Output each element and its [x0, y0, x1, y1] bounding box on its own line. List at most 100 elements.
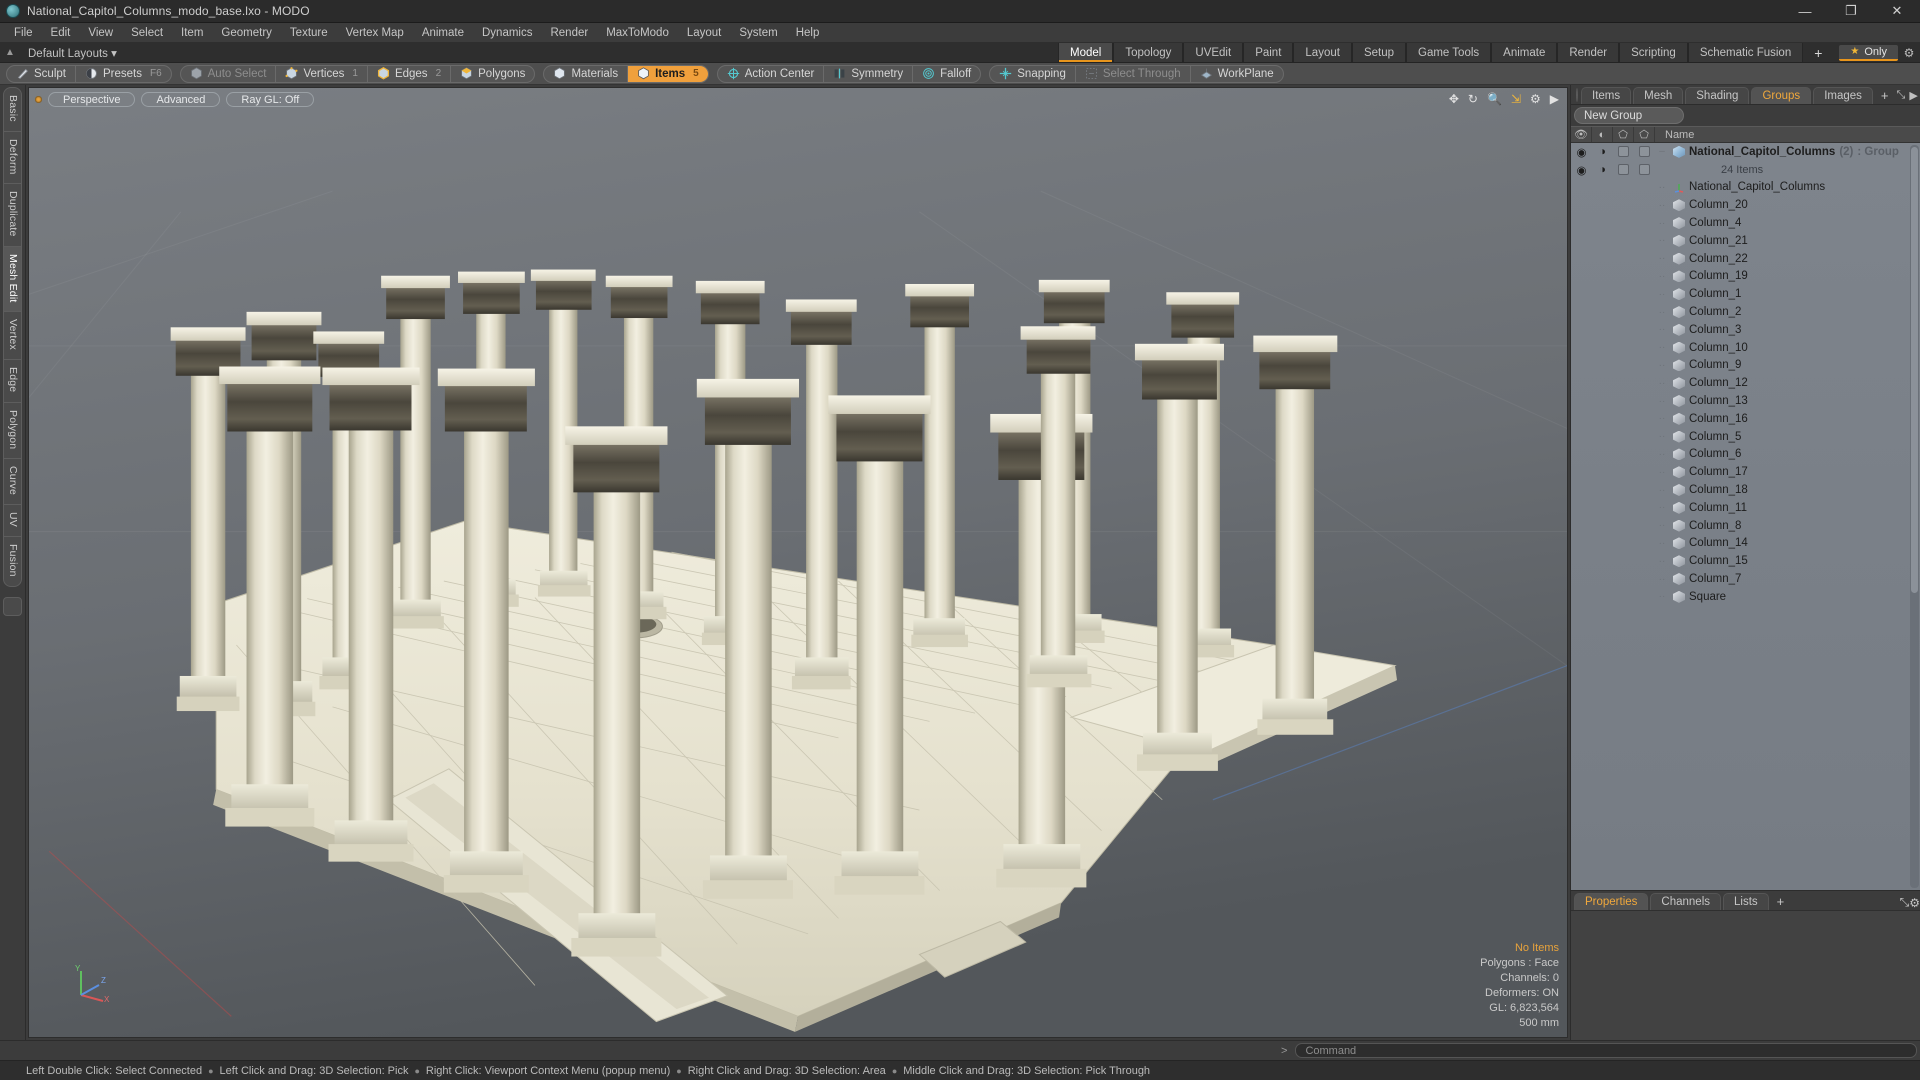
layout-tab-schematic-fusion[interactable]: Schematic Fusion: [1687, 43, 1804, 62]
layout-tab-uvedit[interactable]: UVEdit: [1183, 43, 1244, 62]
item-row[interactable]: ·· Column_2: [1571, 303, 1920, 321]
select-toggle[interactable]: [1634, 146, 1655, 158]
item-row[interactable]: ·· Column_22: [1571, 250, 1920, 268]
mode-button-polygons[interactable]: Polygons: [451, 66, 534, 82]
render-toggle[interactable]: ◑: [1592, 146, 1613, 158]
add-bottom-tab-button[interactable]: +: [1771, 893, 1791, 910]
item-row[interactable]: ·· Column_11: [1571, 499, 1920, 517]
menu-item-edit[interactable]: Edit: [42, 24, 80, 42]
item-row[interactable]: ·· Column_16: [1571, 410, 1920, 428]
rotate-icon[interactable]: ↻: [1468, 93, 1478, 105]
item-row[interactable]: ·· Column_5: [1571, 428, 1920, 446]
item-row[interactable]: ·· Column_19: [1571, 268, 1920, 286]
menu-item-layout[interactable]: Layout: [678, 24, 731, 42]
mode-button-falloff[interactable]: Falloff: [913, 66, 980, 82]
add-layout-tab-button[interactable]: +: [1803, 43, 1834, 62]
mode-button-presets[interactable]: Presets F6: [76, 66, 171, 82]
item-row[interactable]: ·· Column_14: [1571, 535, 1920, 553]
item-row[interactable]: ·· Column_10: [1571, 339, 1920, 357]
layout-tab-topology[interactable]: Topology: [1113, 43, 1184, 62]
item-row[interactable]: ·· Column_1: [1571, 285, 1920, 303]
tool-tab-duplicate[interactable]: Duplicate: [4, 184, 21, 247]
mode-button-vertices[interactable]: Vertices 1: [276, 65, 368, 82]
left-tool-extra-button[interactable]: [3, 596, 22, 616]
item-row[interactable]: ·· Column_13: [1571, 392, 1920, 410]
layout-tab-setup[interactable]: Setup: [1351, 43, 1406, 62]
item-row[interactable]: ·· Square: [1571, 588, 1920, 606]
layout-tab-game-tools[interactable]: Game Tools: [1406, 43, 1492, 62]
new-group-button[interactable]: New Group: [1574, 107, 1684, 124]
tool-tab-vertex[interactable]: Vertex: [4, 312, 21, 361]
mode-button-materials[interactable]: Materials: [544, 65, 629, 82]
layout-tab-layout[interactable]: Layout: [1293, 43, 1352, 62]
render-toggle[interactable]: ◑: [1592, 164, 1613, 176]
panel-tab-groups[interactable]: Groups: [1751, 87, 1812, 104]
item-row[interactable]: ·· Column_15: [1571, 552, 1920, 570]
item-list-scrollbar[interactable]: [1910, 145, 1919, 888]
add-panel-tab-button[interactable]: +: [1875, 87, 1895, 104]
gear-icon[interactable]: ⚙: [1530, 93, 1541, 105]
item-row[interactable]: ·· Column_17: [1571, 463, 1920, 481]
mode-button-edges[interactable]: Edges 2: [368, 65, 452, 82]
item-row[interactable]: ·· National_Capitol_Columns: [1571, 179, 1920, 197]
layout-tab-model[interactable]: Model: [1058, 43, 1114, 62]
panel-tab-items[interactable]: Items: [1581, 87, 1632, 104]
tool-tab-deform[interactable]: Deform: [4, 132, 21, 185]
tool-tab-edge[interactable]: Edge: [4, 360, 21, 403]
bottom-tab-properties[interactable]: Properties: [1574, 893, 1649, 910]
maximize-button[interactable]: ❐: [1828, 0, 1874, 22]
item-row[interactable]: ·· Column_8: [1571, 517, 1920, 535]
menu-item-file[interactable]: File: [5, 24, 42, 42]
move-icon[interactable]: ✥: [1449, 93, 1459, 105]
menu-item-system[interactable]: System: [730, 24, 786, 42]
mode-button-auto-select[interactable]: Auto Select: [181, 65, 277, 82]
viewport-shading-advanced[interactable]: Advanced: [141, 92, 221, 107]
fit-icon[interactable]: ⇲: [1511, 93, 1521, 105]
only-toggle-button[interactable]: ★ Only: [1839, 44, 1898, 61]
visibility-toggle[interactable]: ◉: [1571, 163, 1592, 177]
item-row[interactable]: ·· Column_21: [1571, 232, 1920, 250]
item-row[interactable]: ·· Column_7: [1571, 570, 1920, 588]
visibility-toggle[interactable]: ◉: [1571, 145, 1592, 159]
tree-expander[interactable]: –: [1655, 146, 1669, 157]
menu-item-render[interactable]: Render: [541, 24, 597, 42]
mode-button-snapping[interactable]: Snapping: [990, 65, 1076, 82]
viewport-mode-perspective[interactable]: Perspective: [48, 92, 136, 107]
default-layouts-dropdown[interactable]: Default Layouts ▾: [20, 46, 125, 60]
mode-button-workplane[interactable]: WorkPlane: [1191, 66, 1283, 82]
command-input[interactable]: Command: [1295, 1043, 1917, 1058]
bottom-tab-channels[interactable]: Channels: [1650, 893, 1722, 910]
menu-item-vertex-map[interactable]: Vertex Map: [337, 24, 413, 42]
properties-panel-body[interactable]: [1571, 910, 1920, 1040]
panel-menu-icon[interactable]: [1576, 88, 1578, 102]
tool-tab-curve[interactable]: Curve: [4, 459, 21, 506]
close-button[interactable]: ✕: [1874, 0, 1920, 22]
panel-tab-shading[interactable]: Shading: [1685, 87, 1750, 104]
zoom-icon[interactable]: 🔍: [1487, 93, 1502, 105]
expand-icon[interactable]: ⤡: [1900, 895, 1910, 910]
viewport-raygl-toggle[interactable]: Ray GL: Off: [226, 92, 315, 107]
layout-tab-animate[interactable]: Animate: [1491, 43, 1558, 62]
group-item-list[interactable]: ◉ ◑ – National_Capitol_Columns (2): Group ◉ ◑ 2…: [1571, 143, 1920, 890]
menu-item-help[interactable]: Help: [787, 24, 829, 42]
tool-tab-basic[interactable]: Basic: [4, 88, 21, 132]
menu-item-select[interactable]: Select: [122, 24, 172, 42]
chevron-right-icon[interactable]: ▶: [1909, 89, 1920, 104]
lock-toggle[interactable]: [1613, 164, 1634, 176]
item-row[interactable]: ·· Column_12: [1571, 374, 1920, 392]
mode-button-symmetry[interactable]: Symmetry: [824, 65, 914, 82]
mode-button-select-through[interactable]: Select Through: [1076, 65, 1191, 82]
item-row[interactable]: ·· Column_20: [1571, 196, 1920, 214]
group-header-row[interactable]: ◉ ◑ – National_Capitol_Columns (2): Group: [1571, 143, 1920, 161]
menu-item-texture[interactable]: Texture: [281, 24, 337, 42]
minimize-button[interactable]: —: [1782, 0, 1828, 22]
item-row[interactable]: ·· Column_3: [1571, 321, 1920, 339]
panel-tab-images[interactable]: Images: [1813, 87, 1873, 104]
tool-tab-mesh-edit[interactable]: Mesh Edit: [4, 246, 21, 313]
menu-item-item[interactable]: Item: [172, 24, 212, 42]
menu-item-dynamics[interactable]: Dynamics: [473, 24, 541, 42]
3d-viewport[interactable]: Perspective Advanced Ray GL: Off ✥ ↻ 🔍 ⇲…: [28, 87, 1568, 1038]
bottom-tab-lists[interactable]: Lists: [1723, 893, 1769, 910]
mode-button-action-center[interactable]: Action Center: [718, 65, 825, 82]
tool-tab-fusion[interactable]: Fusion: [4, 537, 21, 586]
